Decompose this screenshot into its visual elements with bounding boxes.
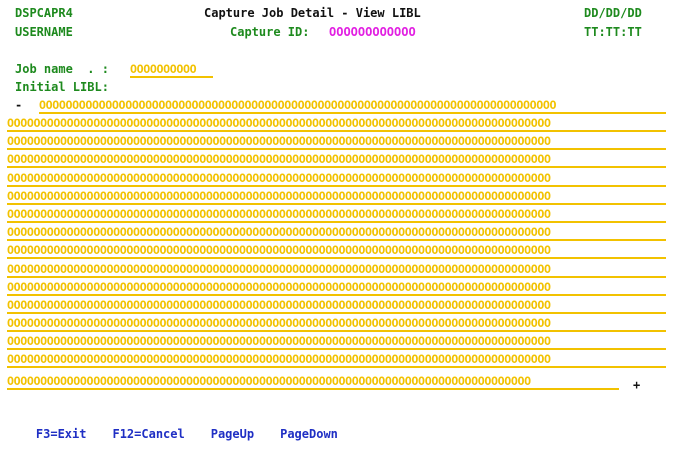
f3-exit-key[interactable]: F3=Exit	[36, 427, 87, 441]
libl-line[interactable]: OOOOOOOOOOOOOOOOOOOOOOOOOOOOOOOOOOOOOOOO…	[39, 98, 666, 114]
system-date: DD/DD/DD	[584, 6, 642, 20]
program-name: DSPCAPR4	[15, 6, 73, 20]
libl-line[interactable]: OOOOOOOOOOOOOOOOOOOOOOOOOOOOOOOOOOOOOOOO…	[7, 298, 666, 314]
system-time: TT:TT:TT	[584, 25, 642, 39]
f12-cancel-key[interactable]: F12=Cancel	[112, 427, 184, 441]
function-key-bar: F3=Exit F12=Cancel PageUp PageDown	[7, 413, 364, 455]
libl-line[interactable]: OOOOOOOOOOOOOOOOOOOOOOOOOOOOOOOOOOOOOOOO…	[7, 207, 666, 223]
libl-line[interactable]: OOOOOOOOOOOOOOOOOOOOOOOOOOOOOOOOOOOOOOOO…	[7, 280, 666, 296]
capture-id-value: OOOOOOOOOOOO	[329, 25, 416, 39]
libl-line[interactable]: OOOOOOOOOOOOOOOOOOOOOOOOOOOOOOOOOOOOOOOO…	[7, 334, 666, 350]
libl-line[interactable]: OOOOOOOOOOOOOOOOOOOOOOOOOOOOOOOOOOOOOOOO…	[7, 316, 666, 332]
job-name-label: Job name . :	[15, 62, 109, 76]
libl-line[interactable]: OOOOOOOOOOOOOOOOOOOOOOOOOOOOOOOOOOOOOOOO…	[7, 152, 666, 168]
libl-line[interactable]: OOOOOOOOOOOOOOOOOOOOOOOOOOOOOOOOOOOOOOOO…	[7, 134, 666, 150]
libl-line[interactable]: OOOOOOOOOOOOOOOOOOOOOOOOOOOOOOOOOOOOOOOO…	[7, 243, 666, 259]
page-up-key[interactable]: PageUp	[211, 427, 254, 441]
libl-line[interactable]: OOOOOOOOOOOOOOOOOOOOOOOOOOOOOOOOOOOOOOOO…	[7, 374, 619, 390]
page-down-key[interactable]: PageDown	[280, 427, 338, 441]
libl-line[interactable]: OOOOOOOOOOOOOOOOOOOOOOOOOOOOOOOOOOOOOOOO…	[7, 225, 666, 241]
screen-title: Capture Job Detail - View LIBL	[204, 6, 421, 20]
capture-id-label: Capture ID:	[230, 25, 310, 39]
job-name-field[interactable]: OOOOOOOOOO	[130, 62, 213, 78]
libl-line[interactable]: OOOOOOOOOOOOOOOOOOOOOOOOOOOOOOOOOOOOOOOO…	[7, 116, 666, 132]
user-name: USERNAME	[15, 25, 73, 39]
more-above-indicator: -	[15, 98, 23, 112]
libl-line[interactable]: OOOOOOOOOOOOOOOOOOOOOOOOOOOOOOOOOOOOOOOO…	[7, 352, 666, 368]
libl-line[interactable]: OOOOOOOOOOOOOOOOOOOOOOOOOOOOOOOOOOOOOOOO…	[7, 171, 666, 187]
libl-line[interactable]: OOOOOOOOOOOOOOOOOOOOOOOOOOOOOOOOOOOOOOOO…	[7, 262, 666, 278]
initial-libl-label: Initial LIBL:	[15, 80, 109, 94]
more-below-indicator: +	[633, 378, 641, 392]
terminal-screen: DSPCAPR4 Capture Job Detail - View LIBL …	[0, 0, 690, 441]
libl-line[interactable]: OOOOOOOOOOOOOOOOOOOOOOOOOOOOOOOOOOOOOOOO…	[7, 189, 666, 205]
